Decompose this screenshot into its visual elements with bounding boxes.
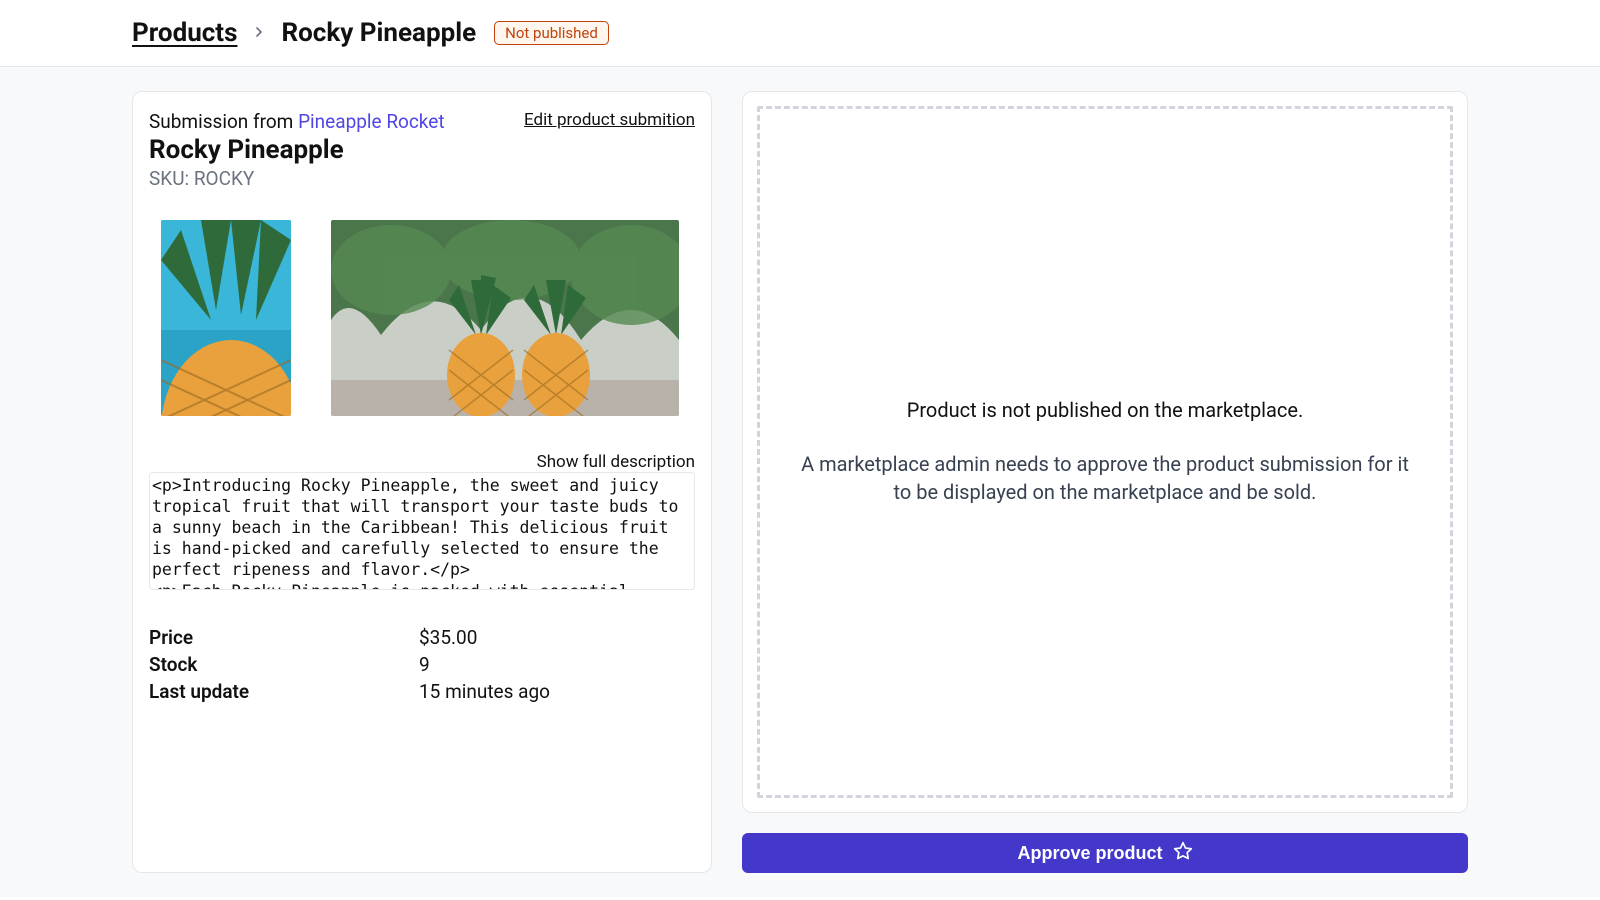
publish-status-inner: Product is not published on the marketpl… (757, 106, 1453, 798)
updated-value: 15 minutes ago (419, 680, 695, 703)
publish-status-sub: A marketplace admin needs to approve the… (800, 450, 1410, 506)
product-submission-card: Submission from Pineapple Rocket Edit pr… (132, 91, 712, 873)
updated-label: Last update (149, 680, 419, 703)
price-value: $35.00 (419, 626, 695, 649)
show-full-description[interactable]: Show full description (149, 452, 695, 472)
product-image-1[interactable] (161, 220, 291, 416)
submission-from: Submission from Pineapple Rocket (149, 110, 445, 133)
breadcrumb-current: Rocky Pineapple (281, 18, 476, 48)
breadcrumb-bar: Products Rocky Pineapple Not published (0, 0, 1600, 67)
chevron-right-icon (251, 21, 267, 46)
breadcrumb-root[interactable]: Products (132, 18, 237, 48)
publish-status-title: Product is not published on the marketpl… (907, 398, 1304, 422)
stock-value: 9 (419, 653, 695, 676)
description-raw: <p>Introducing Rocky Pineapple, the swee… (149, 472, 695, 590)
product-title: Rocky Pineapple (149, 135, 695, 165)
submission-prefix: Submission from (149, 110, 298, 133)
star-icon (1173, 841, 1193, 866)
edit-submission-link[interactable]: Edit product submition (524, 110, 695, 130)
approve-product-button[interactable]: Approve product (742, 833, 1468, 873)
approve-button-label: Approve product (1017, 843, 1162, 864)
status-badge: Not published (494, 21, 609, 45)
product-sku: SKU: ROCKY (149, 167, 695, 190)
price-label: Price (149, 626, 419, 649)
publish-status-card: Product is not published on the marketpl… (742, 91, 1468, 813)
stock-label: Stock (149, 653, 419, 676)
product-image-2[interactable] (331, 220, 679, 416)
product-images (149, 220, 695, 416)
vendor-link[interactable]: Pineapple Rocket (298, 110, 444, 133)
